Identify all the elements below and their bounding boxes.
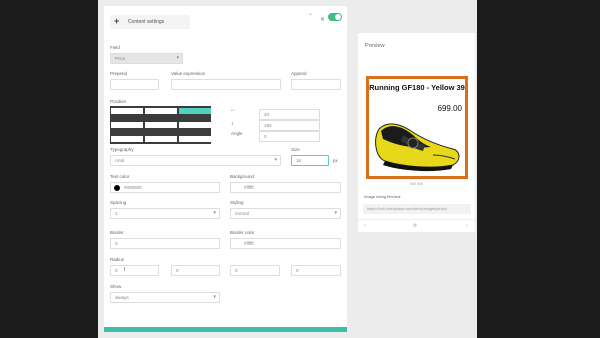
plus-icon[interactable]: + — [114, 16, 119, 27]
spacing-select[interactable]: 1 — [110, 208, 220, 219]
typography-label: Typography — [110, 147, 134, 152]
text-color-label: Text color — [110, 174, 130, 179]
radius-input-2[interactable]: 0 — [171, 265, 220, 276]
angle-label: Angle — [231, 131, 243, 136]
save-bar[interactable] — [104, 327, 347, 332]
radius-input-3[interactable]: 0 — [230, 265, 280, 276]
size-value: 16 — [296, 158, 302, 163]
radius-value-3: 0 — [235, 268, 238, 273]
preview-panel: Preview Running GF180 - Yellow 39 699.00… — [358, 33, 475, 232]
size-label: Size — [291, 147, 300, 152]
position-cell-middle-left[interactable] — [111, 122, 143, 128]
background-input[interactable]: #ffffff — [230, 182, 341, 193]
preview-image-frame: Running GF180 - Yellow 39 699.00 — [366, 76, 468, 179]
close-icon[interactable]: ✕ — [320, 16, 325, 23]
size-input[interactable]: 16 — [291, 155, 329, 166]
enable-toggle[interactable] — [328, 13, 342, 21]
field-select[interactable]: Price — [110, 53, 183, 64]
font-select[interactable]: Arial — [110, 155, 281, 166]
radius-value-2: 0 — [176, 268, 179, 273]
size-unit: px — [333, 158, 338, 163]
panel-title: Content settings — [128, 19, 165, 25]
spacing-label: Spacing — [110, 200, 127, 205]
show-select[interactable]: always — [110, 292, 220, 303]
radius-label: Radius — [110, 257, 125, 262]
angle-input[interactable]: 0 — [259, 131, 320, 142]
position-cell-top-left[interactable] — [111, 108, 143, 114]
prev-arrow-icon[interactable]: ‹ — [364, 223, 366, 229]
styling-value: normal — [235, 211, 249, 216]
image-fetch-label: Image being fetched: — [364, 194, 402, 199]
position-grid — [110, 106, 211, 144]
position-cell-bottom-left[interactable] — [111, 136, 143, 142]
font-value: Arial — [115, 158, 125, 163]
angle-value: 0 — [264, 134, 267, 139]
field-label: Field — [110, 45, 120, 50]
radius-input-4[interactable]: 0 — [291, 265, 341, 276]
vertical-arrows-icon: ↕ — [231, 121, 234, 127]
value-expression-label: Value expression — [171, 71, 206, 76]
horizontal-arrows-icon: ↔ — [230, 107, 235, 113]
position-y-input[interactable]: 190 — [259, 120, 320, 131]
shoe-image — [375, 123, 460, 172]
image-url-field[interactable]: https://hub.videoplaza.com/demo/images/p… — [363, 204, 471, 214]
radius-value-4: 0 — [296, 268, 299, 273]
text-cursor-icon: I — [124, 267, 126, 273]
border-color-label: Border color — [230, 230, 255, 235]
position-cell-bottom-center[interactable] — [145, 136, 177, 142]
text-color-swatch[interactable] — [114, 185, 120, 191]
show-label: Show — [110, 284, 122, 289]
position-y-value: 190 — [264, 123, 272, 128]
radius-value-1: 0 — [115, 268, 118, 273]
preview-title: Preview — [365, 43, 385, 49]
background-value: #ffffff — [244, 185, 254, 190]
show-value: always — [115, 295, 129, 300]
styling-label: Styling — [230, 200, 244, 205]
position-x-value: 20 — [264, 112, 270, 117]
preview-image-size: 640 640 — [410, 182, 423, 186]
background-label: Background — [230, 174, 255, 179]
refresh-icon[interactable]: ⟳ — [413, 223, 417, 229]
border-label: Border — [110, 230, 124, 235]
position-cell-middle-right[interactable] — [179, 122, 211, 128]
text-color-value: #000000 — [124, 185, 142, 190]
append-label: Append — [291, 71, 307, 76]
border-color-input[interactable]: #ffffff — [230, 238, 341, 249]
content-settings-panel: + Content settings ⌄ ✕ Field Price Prepe… — [104, 6, 347, 330]
content-settings-header[interactable]: + Content settings — [110, 15, 190, 29]
value-expression-input[interactable] — [171, 79, 281, 90]
append-input[interactable] — [291, 79, 341, 90]
position-x-input[interactable]: 20 — [259, 109, 320, 120]
next-arrow-icon[interactable]: › — [466, 223, 468, 229]
radius-input-1[interactable]: 0 — [110, 265, 159, 276]
position-cell-bottom-right[interactable] — [179, 136, 211, 142]
collapse-icon[interactable]: ⌄ — [308, 10, 313, 17]
preview-product-name: Running GF180 - Yellow 39 — [369, 83, 465, 92]
prepend-label: Prepend — [110, 71, 128, 76]
preview-nav-bar: ‹ ⟳ › — [358, 219, 475, 230]
border-input[interactable]: 0 — [110, 238, 220, 249]
prepend-input[interactable] — [110, 79, 159, 90]
position-cell-top-center[interactable] — [145, 108, 177, 114]
border-value: 0 — [115, 241, 118, 246]
position-label: Position — [110, 99, 127, 104]
text-color-input[interactable]: #000000 — [110, 182, 220, 193]
styling-select[interactable]: normal — [230, 208, 341, 219]
border-color-value: #ffffff — [244, 241, 254, 246]
field-value: Price — [115, 56, 126, 61]
spacing-value: 1 — [115, 211, 118, 216]
position-cell-middle-center[interactable] — [145, 122, 177, 128]
position-cell-top-right[interactable] — [179, 108, 211, 114]
